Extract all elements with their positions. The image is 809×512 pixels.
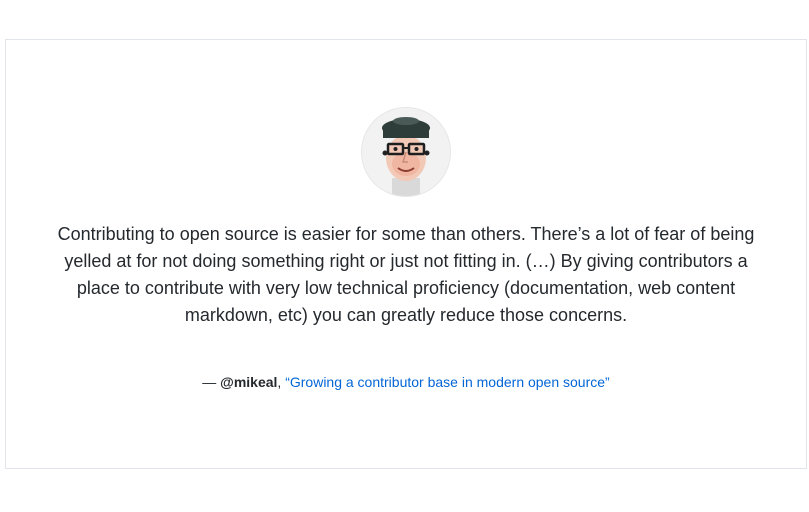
testimonial-card: Contributing to open source is easier fo… [5,39,807,469]
mikeal-avatar-icon [361,107,451,197]
quote-attribution: — @mikeal, “Growing a contributor base i… [6,372,806,392]
quote-author: @mikeal [220,374,278,390]
source-article-link[interactable]: “Growing a contributor base in modern op… [285,374,610,390]
attribution-dash: — [202,374,221,390]
avatar-illustration [362,108,450,196]
testimonial-quote: Contributing to open source is easier fo… [57,224,755,325]
